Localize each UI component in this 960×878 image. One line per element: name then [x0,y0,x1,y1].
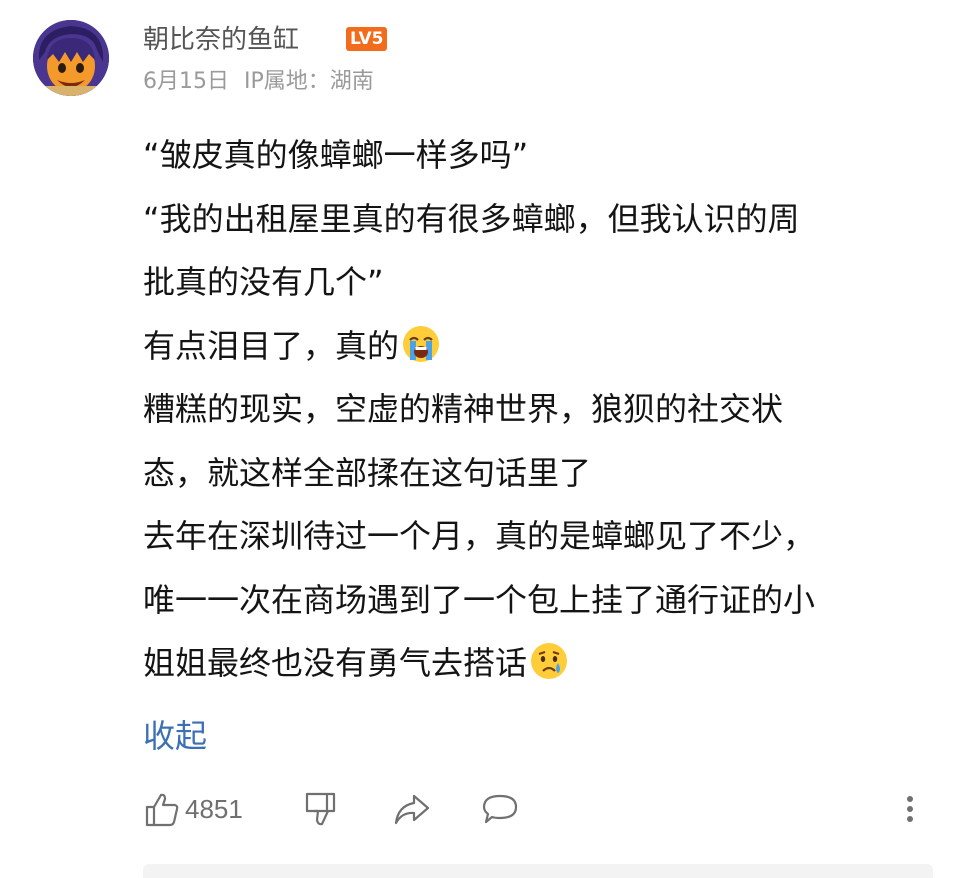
comment-line-text: 去年在深圳待过一个月，真的是蟑螂见了不少， [143,517,816,555]
comment-line: 去年在深圳待过一个月，真的是蟑螂见了不少， [143,505,923,569]
comment-line: 唯一一次在商场遇到了一个包上挂了通行证的小 [143,569,923,633]
comment-meta: 6月15日 IP属地：湖南 [143,66,382,98]
comment-line-text: 态，就这样全部揉在这句话里了 [143,453,592,492]
like-button[interactable]: 4851 [143,786,243,832]
comment-line: “我的出租屋里真的有很多蟑螂，但我认识的周 [143,188,923,252]
ip-location: IP属地：湖南 [244,69,374,94]
level-badge: LV5 [346,27,388,51]
share-icon [394,794,430,825]
username[interactable]: 朝比奈的鱼缸 [143,23,299,57]
comment-line: 有点泪目了，真的 [143,315,923,379]
more-button[interactable] [899,786,921,832]
avatar-image [33,20,109,96]
thumbs-up-icon [145,793,179,827]
comment-card: 朝比奈的鱼缸 LV5 6月15日 IP属地：湖南 “皱皮真的像蟑螂一样多吗” “… [0,0,960,878]
comment-actions: 4851 [0,786,960,832]
dislike-button[interactable] [302,786,340,832]
comment-line: 批真的没有几个” [143,251,923,315]
loudly-crying-face-emoji [403,325,440,362]
comment-line: 态，就这样全部揉在这句话里了 [143,442,923,506]
comment-line: 糟糕的现实，空虚的精神世界，狼狈的社交状 [143,378,923,442]
comment-line-text: 姐姐最终也没有勇气去搭话 [143,644,528,682]
comment-line-text: 批真的没有几个” [143,263,384,301]
collapse-link[interactable]: 收起 [143,713,207,759]
more-vertical-icon [907,796,913,822]
comment-line: “皱皮真的像蟑螂一样多吗” [143,124,923,188]
comment-date: 6月15日 [143,69,229,94]
share-button[interactable] [392,786,432,832]
crying-face-emoji [531,643,568,679]
comment-line: 姐姐最终也没有勇气去搭话 [143,632,923,696]
comment-line-text: “皱皮真的像蟑螂一样多吗” [143,136,529,174]
comment-line-text: “我的出租屋里真的有很多蟑螂，但我认识的周 [143,199,800,238]
comment-line-text: 糟糕的现实，空虚的精神世界，狼狈的社交状 [143,390,784,428]
avatar[interactable] [33,20,109,96]
reply-button[interactable] [480,786,520,832]
comment-line-text: 有点泪目了，真的 [143,326,400,365]
next-section-divider [143,864,933,878]
comment-line-text: 唯一一次在商场遇到了一个包上挂了通行证的小 [143,580,816,619]
thumbs-down-icon [305,792,336,826]
comment-body: “皱皮真的像蟑螂一样多吗” “我的出租屋里真的有很多蟑螂，但我认识的周 批真的没… [143,124,923,696]
like-count: 4851 [185,793,243,824]
comment-bubble-icon [482,794,518,824]
